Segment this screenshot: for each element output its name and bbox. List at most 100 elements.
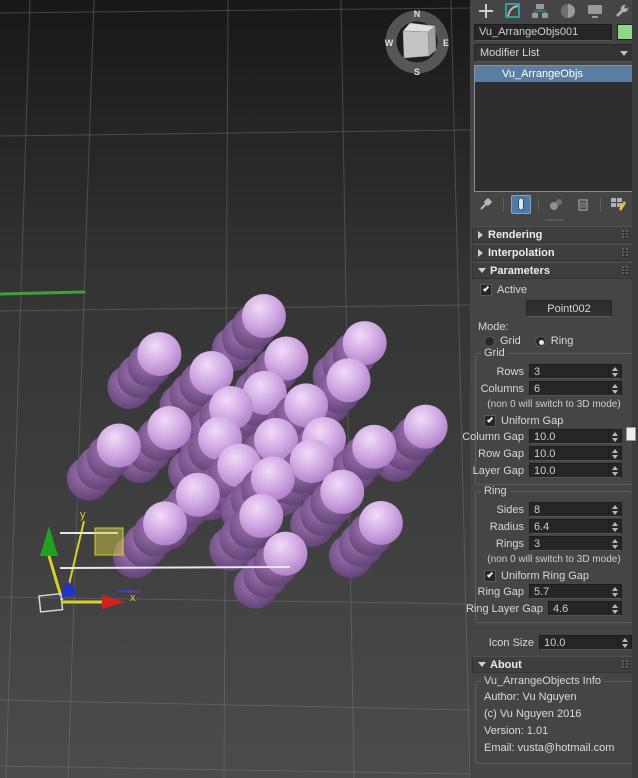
uniform-gap-checkbox[interactable]: Uniform Gap: [484, 415, 628, 427]
radius-spinner[interactable]: 6.4: [529, 519, 622, 534]
modifier-list-dropdown[interactable]: Modifier List: [474, 44, 634, 62]
hierarchy-tab[interactable]: [527, 0, 554, 21]
rollout-parameters[interactable]: Parameters: [472, 262, 636, 279]
about-group-title: Vu_ArrangeObjects Info: [481, 675, 604, 687]
rollout-about[interactable]: About: [472, 656, 636, 673]
viewport-canvas: x y N W E S: [0, 0, 470, 778]
about-author-line: Author: Vu Nguyen: [484, 691, 577, 703]
display-tab[interactable]: [581, 0, 608, 21]
radio-selected-icon: [534, 335, 546, 347]
spinner-arrows-icon[interactable]: [608, 602, 621, 615]
svg-text:x: x: [130, 592, 136, 604]
drag-handle-icon: [622, 660, 630, 669]
columns-spinner[interactable]: 6: [529, 381, 622, 396]
chevron-right-icon: [478, 230, 483, 239]
row-gap-spinner[interactable]: 10.0: [529, 446, 622, 461]
columns-label: Columns: [480, 382, 524, 395]
point-picker-button[interactable]: Point002: [526, 300, 612, 317]
rows-value: 3: [534, 365, 541, 378]
configure-modifier-sets-button[interactable]: [608, 195, 628, 214]
checkbox-icon: [480, 284, 492, 296]
rings-spinner[interactable]: 3: [529, 536, 622, 551]
about-email-line: Email: vusta@hotmail.com: [484, 742, 615, 754]
object-name-field[interactable]: Vu_ArrangeObjs001: [474, 23, 612, 41]
spinner-arrows-icon[interactable]: [608, 365, 621, 378]
group-title: Ring: [481, 485, 510, 497]
svg-text:N: N: [414, 9, 421, 19]
spinner-arrows-icon[interactable]: [608, 430, 621, 443]
column-gap-spinner[interactable]: 10.0: [529, 429, 622, 444]
spinner-arrows-icon[interactable]: [608, 585, 621, 598]
rollout-title: Rendering: [488, 228, 543, 241]
splitter-glyph: ~~~~: [544, 215, 564, 225]
modifier-stack[interactable]: Vu_ArrangeObjs: [474, 65, 634, 192]
rows-label: Rows: [496, 365, 524, 378]
mode-ring-label: Ring: [550, 335, 574, 347]
rollout-splitter-handle[interactable]: ~~~~: [470, 216, 638, 225]
ring-gap-spinner[interactable]: 5.7: [529, 584, 622, 599]
rollout-rendering[interactable]: Rendering: [472, 226, 636, 243]
mode-label: Mode:: [478, 321, 509, 333]
spinner-arrows-icon[interactable]: [608, 520, 621, 533]
remove-modifier-icon: [578, 199, 588, 211]
icon-size-spinner[interactable]: 10.0: [539, 635, 632, 650]
rollout-title: Interpolation: [488, 246, 555, 259]
svg-text:y: y: [80, 509, 86, 521]
create-tab[interactable]: [472, 0, 499, 21]
spinner-arrows-icon[interactable]: [608, 537, 621, 550]
checkbox-icon: [484, 570, 496, 582]
ring-layer-gap-spinner[interactable]: 4.6: [548, 601, 622, 616]
column-gap-value: 10.0: [534, 430, 556, 443]
icon-size-value: 10.0: [544, 636, 566, 649]
rollout-interpolation[interactable]: Interpolation: [472, 244, 636, 261]
uniform-ring-gap-checkbox[interactable]: Uniform Ring Gap: [484, 570, 628, 582]
spinner-arrows-icon[interactable]: [608, 503, 621, 516]
ring-layer-gap-label: Ring Layer Gap: [465, 602, 543, 615]
spinner-arrows-icon[interactable]: [618, 636, 631, 649]
remove-modifier-button[interactable]: [573, 195, 593, 214]
row-gap-label: Row Gap: [478, 447, 524, 460]
spinner-arrows-icon[interactable]: [608, 464, 621, 477]
make-unique-button[interactable]: [546, 195, 566, 214]
column-gap-label: Column Gap: [462, 430, 524, 443]
mode-radio-grid[interactable]: Grid: [484, 335, 521, 347]
ring-gap-label: Ring Gap: [477, 585, 524, 598]
motion-tab[interactable]: [554, 0, 581, 21]
grid-group: Grid Rows 3 Columns 6 (non 0 will switch…: [462, 347, 633, 485]
spinner-arrows-icon[interactable]: [608, 447, 621, 460]
layer-gap-label: Layer Gap: [472, 464, 524, 477]
about-group: Vu_ArrangeObjects Info Author: Vu Nguyen…: [475, 675, 633, 764]
spinner-arrows-icon[interactable]: [608, 382, 621, 395]
rings-label: Rings: [495, 537, 524, 550]
pin-stack-button[interactable]: [476, 195, 496, 214]
configure-modifier-sets-icon: [610, 198, 626, 211]
layer-gap-spinner[interactable]: 10.0: [529, 463, 622, 478]
3dsmax-window: xyNWES Vu_ArrangeObjs001 Modifier List V…: [0, 0, 638, 778]
svg-text:E: E: [443, 38, 449, 48]
sides-spinner[interactable]: 8: [529, 502, 622, 517]
drag-handle-icon: [622, 230, 630, 239]
pin-stack-icon: [480, 198, 492, 210]
panel-scrollbar-thumb[interactable]: [626, 427, 636, 441]
rows-spinner[interactable]: 3: [529, 364, 622, 379]
drag-handle-icon: [622, 248, 630, 257]
motion-icon: [560, 3, 575, 18]
modifier-stack-selected-item[interactable]: Vu_ArrangeObjs: [475, 66, 633, 82]
icon-size-label: Icon Size: [488, 636, 534, 649]
ring-3d-mode-note: (non 0 will switch to 3D mode): [487, 554, 621, 565]
panel-scrollbar-track[interactable]: [632, 0, 638, 778]
chevron-right-icon: [478, 248, 483, 257]
uniform-ring-gap-label: Uniform Ring Gap: [501, 570, 590, 582]
modify-tab[interactable]: [499, 0, 526, 21]
show-end-result-button[interactable]: [511, 194, 531, 214]
stack-toolbar: [470, 192, 638, 216]
modifier-list-label: Modifier List: [480, 47, 540, 59]
object-color-swatch[interactable]: [617, 24, 633, 40]
mode-radio-group: Grid Ring: [484, 335, 638, 347]
active-checkbox[interactable]: Active: [480, 284, 638, 296]
ring-group: Ring Sides 8 Radius 6.4 Rings 3 (non 0 w…: [466, 485, 633, 623]
display-icon: [587, 4, 602, 18]
utilities-icon: [616, 4, 629, 17]
mode-radio-ring[interactable]: Ring: [534, 335, 574, 347]
viewport-3d[interactable]: x y N W E S: [0, 0, 470, 778]
